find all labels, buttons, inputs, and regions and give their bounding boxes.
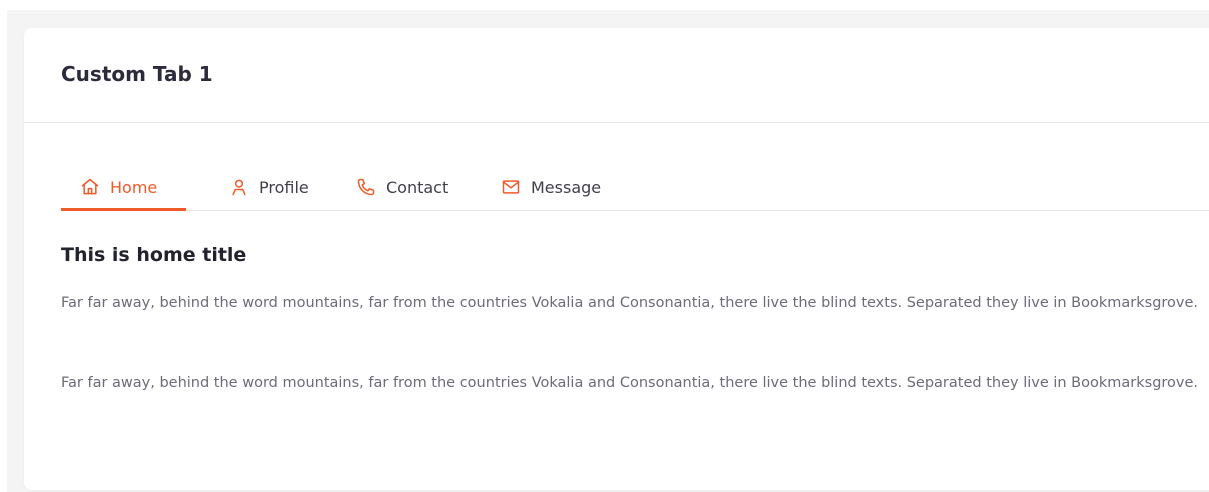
tab-home[interactable]: Home <box>79 164 157 210</box>
tab-profile-label: Profile <box>259 177 309 197</box>
content-paragraph: Far far away, behind the word mountains,… <box>61 295 1199 311</box>
tab-home-label: Home <box>110 177 158 197</box>
mail-icon <box>500 176 522 198</box>
user-icon <box>228 176 250 198</box>
tab-message-label: Message <box>531 177 602 197</box>
tab-list: Home Profile Contact Message <box>61 164 1209 211</box>
home-icon <box>79 176 101 198</box>
active-tab-indicator <box>61 208 186 211</box>
tab-contact[interactable]: Contact <box>355 164 448 210</box>
tab-profile[interactable]: Profile <box>228 164 309 210</box>
tab-contact-label: Contact <box>386 177 449 197</box>
phone-icon <box>355 176 377 198</box>
tab-message[interactable]: Message <box>500 164 601 210</box>
tab-card: Custom Tab 1 Home Profile Contact Messag… <box>24 28 1209 490</box>
content-paragraph: Far far away, behind the word mountains,… <box>61 375 1199 391</box>
card-title: Custom Tab 1 <box>61 62 213 86</box>
card-header: Custom Tab 1 <box>24 28 1209 123</box>
content-title: This is home title <box>61 244 247 266</box>
